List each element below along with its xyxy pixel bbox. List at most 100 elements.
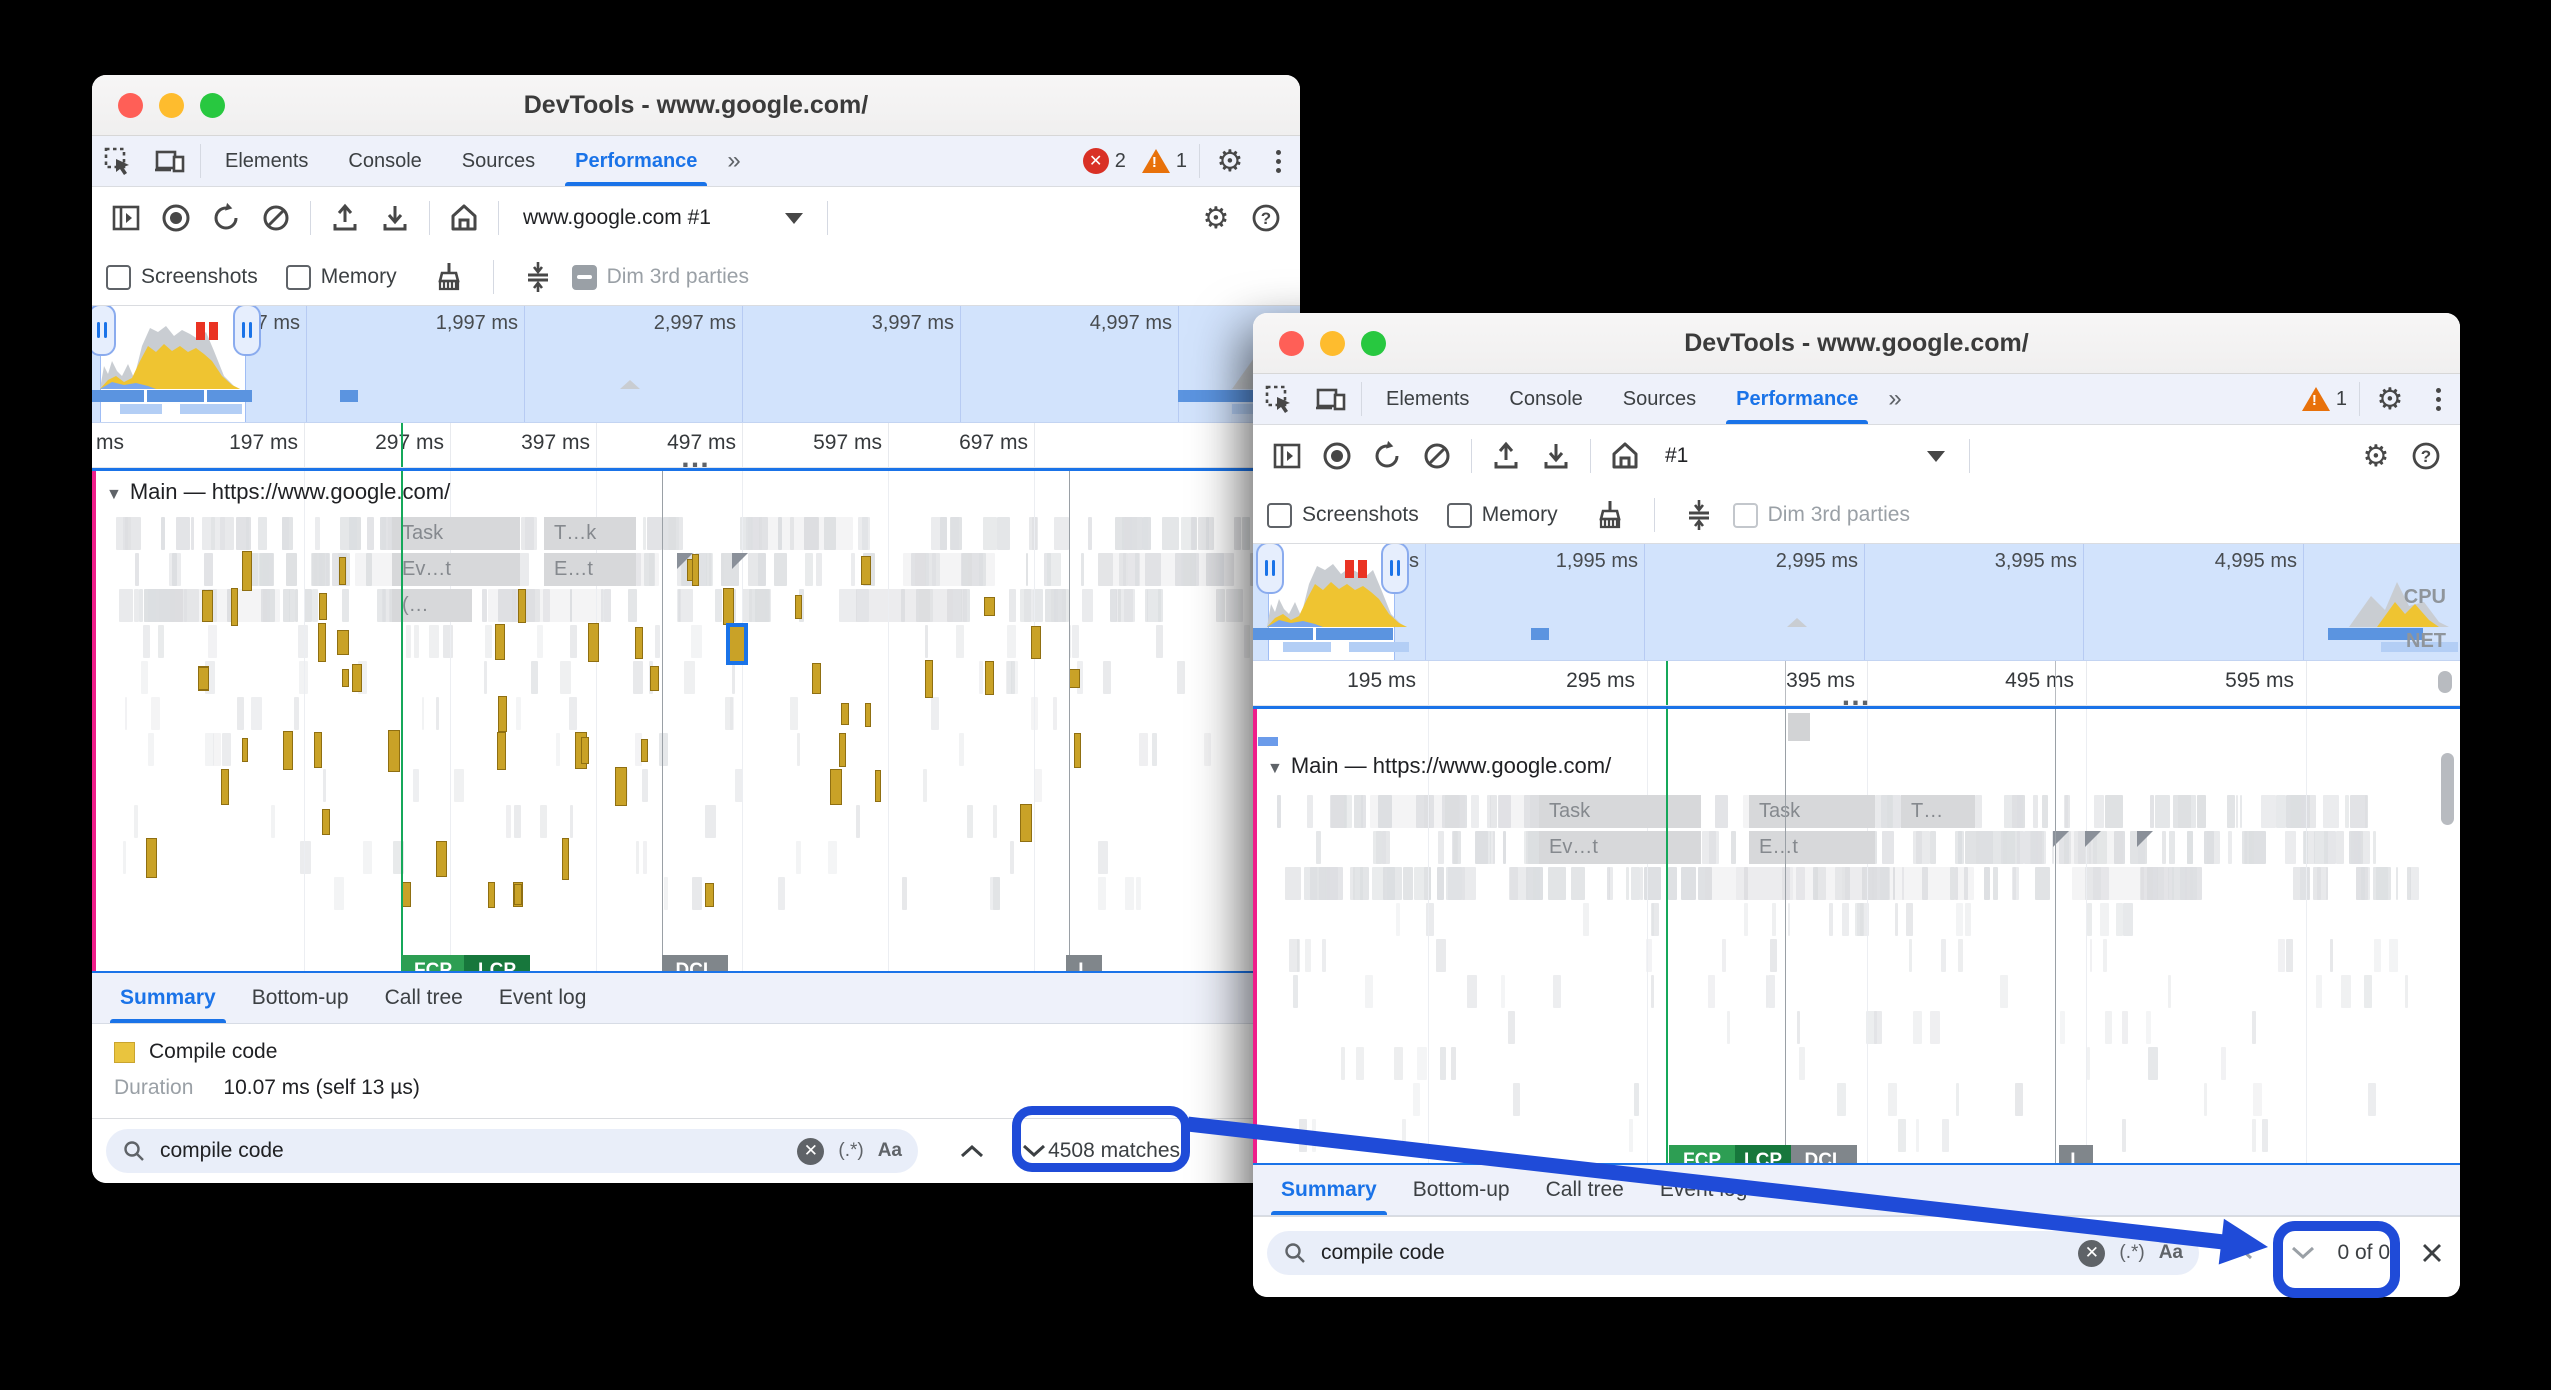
reload-and-record-icon[interactable]: [1363, 434, 1411, 478]
tab-event-log[interactable]: Event log: [1642, 1165, 1766, 1215]
zoom-window-button[interactable]: [200, 93, 225, 118]
screenshots-checkbox[interactable]: [106, 265, 131, 290]
selection-handle-left[interactable]: [1256, 544, 1284, 594]
timeline-overview[interactable]: 995 ms 1,995 ms 2,995 ms 3,995 ms 4,995 …: [1253, 544, 2460, 661]
anon-block[interactable]: (…: [392, 589, 472, 622]
flame-chart-main[interactable]: ▼Main — https://www.google.com/ Task Tas…: [1253, 706, 2460, 1165]
close-window-button[interactable]: [1279, 331, 1304, 356]
match-case-toggle[interactable]: Aa: [2159, 1242, 2183, 1264]
search-input[interactable]: compile code ✕ (.*) Aa: [1267, 1231, 2199, 1275]
device-toolbar-icon[interactable]: [144, 136, 196, 186]
inspect-element-icon[interactable]: [92, 136, 144, 186]
resize-dots-handle[interactable]: …: [1841, 679, 1873, 713]
download-profile-icon[interactable]: [1532, 434, 1580, 478]
minimize-window-button[interactable]: [1320, 331, 1345, 356]
toggle-sidebar-icon[interactable]: [1263, 434, 1311, 478]
main-track-header[interactable]: ▼Main — https://www.google.com/: [1267, 753, 1611, 779]
selection-handle-left[interactable]: [92, 306, 116, 356]
selection-handle-right[interactable]: [1381, 544, 1409, 594]
settings-gear-icon[interactable]: ⚙: [2364, 374, 2416, 424]
load-marker-chip[interactable]: L: [2059, 1145, 2093, 1165]
window-titlebar[interactable]: DevTools - www.google.com/: [92, 75, 1300, 136]
tab-sources[interactable]: Sources: [442, 136, 555, 186]
match-case-toggle[interactable]: Aa: [878, 1140, 902, 1162]
regex-toggle[interactable]: (.*): [2119, 1242, 2144, 1264]
reload-and-record-icon[interactable]: [202, 196, 250, 240]
task-block[interactable]: T…: [1901, 795, 1975, 828]
resize-dots-handle[interactable]: …: [680, 441, 712, 475]
task-block[interactable]: T…k: [544, 517, 636, 550]
lcp-marker-chip[interactable]: LCP: [464, 955, 530, 973]
dcl-marker-chip[interactable]: DCL: [662, 955, 728, 973]
memory-checkbox[interactable]: [286, 265, 311, 290]
tab-bottom-up[interactable]: Bottom-up: [234, 973, 367, 1023]
scroll-corner-thumb[interactable]: [2438, 671, 2452, 693]
regex-toggle[interactable]: (.*): [838, 1140, 863, 1162]
timeline-overview[interactable]: 997 ms 1,997 ms 2,997 ms 3,997 ms 4,997 …: [92, 306, 1300, 423]
capture-settings-gear-icon[interactable]: ⚙: [2352, 434, 2400, 478]
load-marker-chip[interactable]: L: [1066, 955, 1102, 973]
collect-garbage-icon[interactable]: [1586, 493, 1634, 537]
collect-garbage-icon[interactable]: [425, 255, 473, 299]
download-profile-icon[interactable]: [371, 196, 419, 240]
history-select[interactable]: #1: [1651, 444, 1959, 468]
tab-elements[interactable]: Elements: [205, 136, 328, 186]
fcp-marker-chip[interactable]: FCP: [402, 955, 464, 973]
collapse-tracks-icon[interactable]: [514, 255, 562, 299]
clear-recording-icon[interactable]: [252, 196, 300, 240]
selected-match-highlight[interactable]: [726, 623, 748, 665]
previous-match-button[interactable]: [948, 1131, 996, 1171]
search-input[interactable]: compile code ✕ (.*) Aa: [106, 1129, 918, 1173]
console-warnings-badge[interactable]: ! 1: [1134, 136, 1195, 186]
previous-match-button[interactable]: [2217, 1233, 2265, 1273]
toggle-sidebar-icon[interactable]: [102, 196, 150, 240]
task-block[interactable]: Task: [1539, 795, 1701, 828]
tab-summary[interactable]: Summary: [102, 973, 234, 1023]
tab-bottom-up[interactable]: Bottom-up: [1395, 1165, 1528, 1215]
screenshots-checkbox[interactable]: [1267, 503, 1292, 528]
history-select[interactable]: www.google.com #1: [509, 206, 817, 230]
clear-search-icon[interactable]: ✕: [797, 1138, 824, 1165]
tab-performance[interactable]: Performance: [1716, 374, 1878, 424]
more-tabs-icon[interactable]: »: [717, 136, 750, 186]
home-live-metrics-icon[interactable]: [440, 196, 488, 240]
kebab-menu-icon[interactable]: [2416, 374, 2460, 424]
task-block[interactable]: Task: [392, 517, 520, 550]
event-block[interactable]: Ev…t: [392, 553, 520, 586]
dcl-marker-chip[interactable]: DCL: [1791, 1145, 1857, 1165]
clear-search-icon[interactable]: ✕: [2078, 1240, 2105, 1267]
vertical-scrollbar[interactable]: [2441, 753, 2454, 825]
tab-summary[interactable]: Summary: [1263, 1165, 1395, 1215]
clear-recording-icon[interactable]: [1413, 434, 1461, 478]
event-block[interactable]: Ev…t: [1539, 831, 1701, 864]
window-titlebar[interactable]: DevTools - www.google.com/: [1253, 313, 2460, 374]
collapse-tracks-icon[interactable]: [1675, 493, 1723, 537]
memory-checkbox[interactable]: [1447, 503, 1472, 528]
upload-profile-icon[interactable]: [321, 196, 369, 240]
dim-3rd-parties-checkbox[interactable]: [572, 265, 597, 290]
kebab-menu-icon[interactable]: [1256, 136, 1300, 186]
flame-chart-main[interactable]: ▼Main — https://www.google.com/ Task T…k…: [92, 468, 1300, 973]
tab-performance[interactable]: Performance: [555, 136, 717, 186]
zoom-window-button[interactable]: [1361, 331, 1386, 356]
device-toolbar-icon[interactable]: [1305, 374, 1357, 424]
help-icon[interactable]: ?: [1242, 196, 1290, 240]
dim-3rd-parties-checkbox[interactable]: [1733, 503, 1758, 528]
home-live-metrics-icon[interactable]: [1601, 434, 1649, 478]
upload-profile-icon[interactable]: [1482, 434, 1530, 478]
task-block[interactable]: Task: [1749, 795, 1875, 828]
settings-gear-icon[interactable]: ⚙: [1204, 136, 1256, 186]
main-track-header[interactable]: ▼Main — https://www.google.com/: [106, 479, 450, 505]
help-icon[interactable]: ?: [2402, 434, 2450, 478]
tab-event-log[interactable]: Event log: [481, 973, 605, 1023]
more-tabs-icon[interactable]: »: [1878, 374, 1911, 424]
lcp-marker-chip[interactable]: LCP: [1735, 1145, 1791, 1165]
tab-console[interactable]: Console: [328, 136, 441, 186]
close-search-button[interactable]: [2412, 1233, 2452, 1273]
inspect-element-icon[interactable]: [1253, 374, 1305, 424]
tab-sources[interactable]: Sources: [1603, 374, 1716, 424]
capture-settings-gear-icon[interactable]: ⚙: [1192, 196, 1240, 240]
tab-elements[interactable]: Elements: [1366, 374, 1489, 424]
fcp-marker-chip[interactable]: FCP: [1669, 1145, 1735, 1165]
console-warnings-badge[interactable]: ! 1: [2294, 374, 2355, 424]
